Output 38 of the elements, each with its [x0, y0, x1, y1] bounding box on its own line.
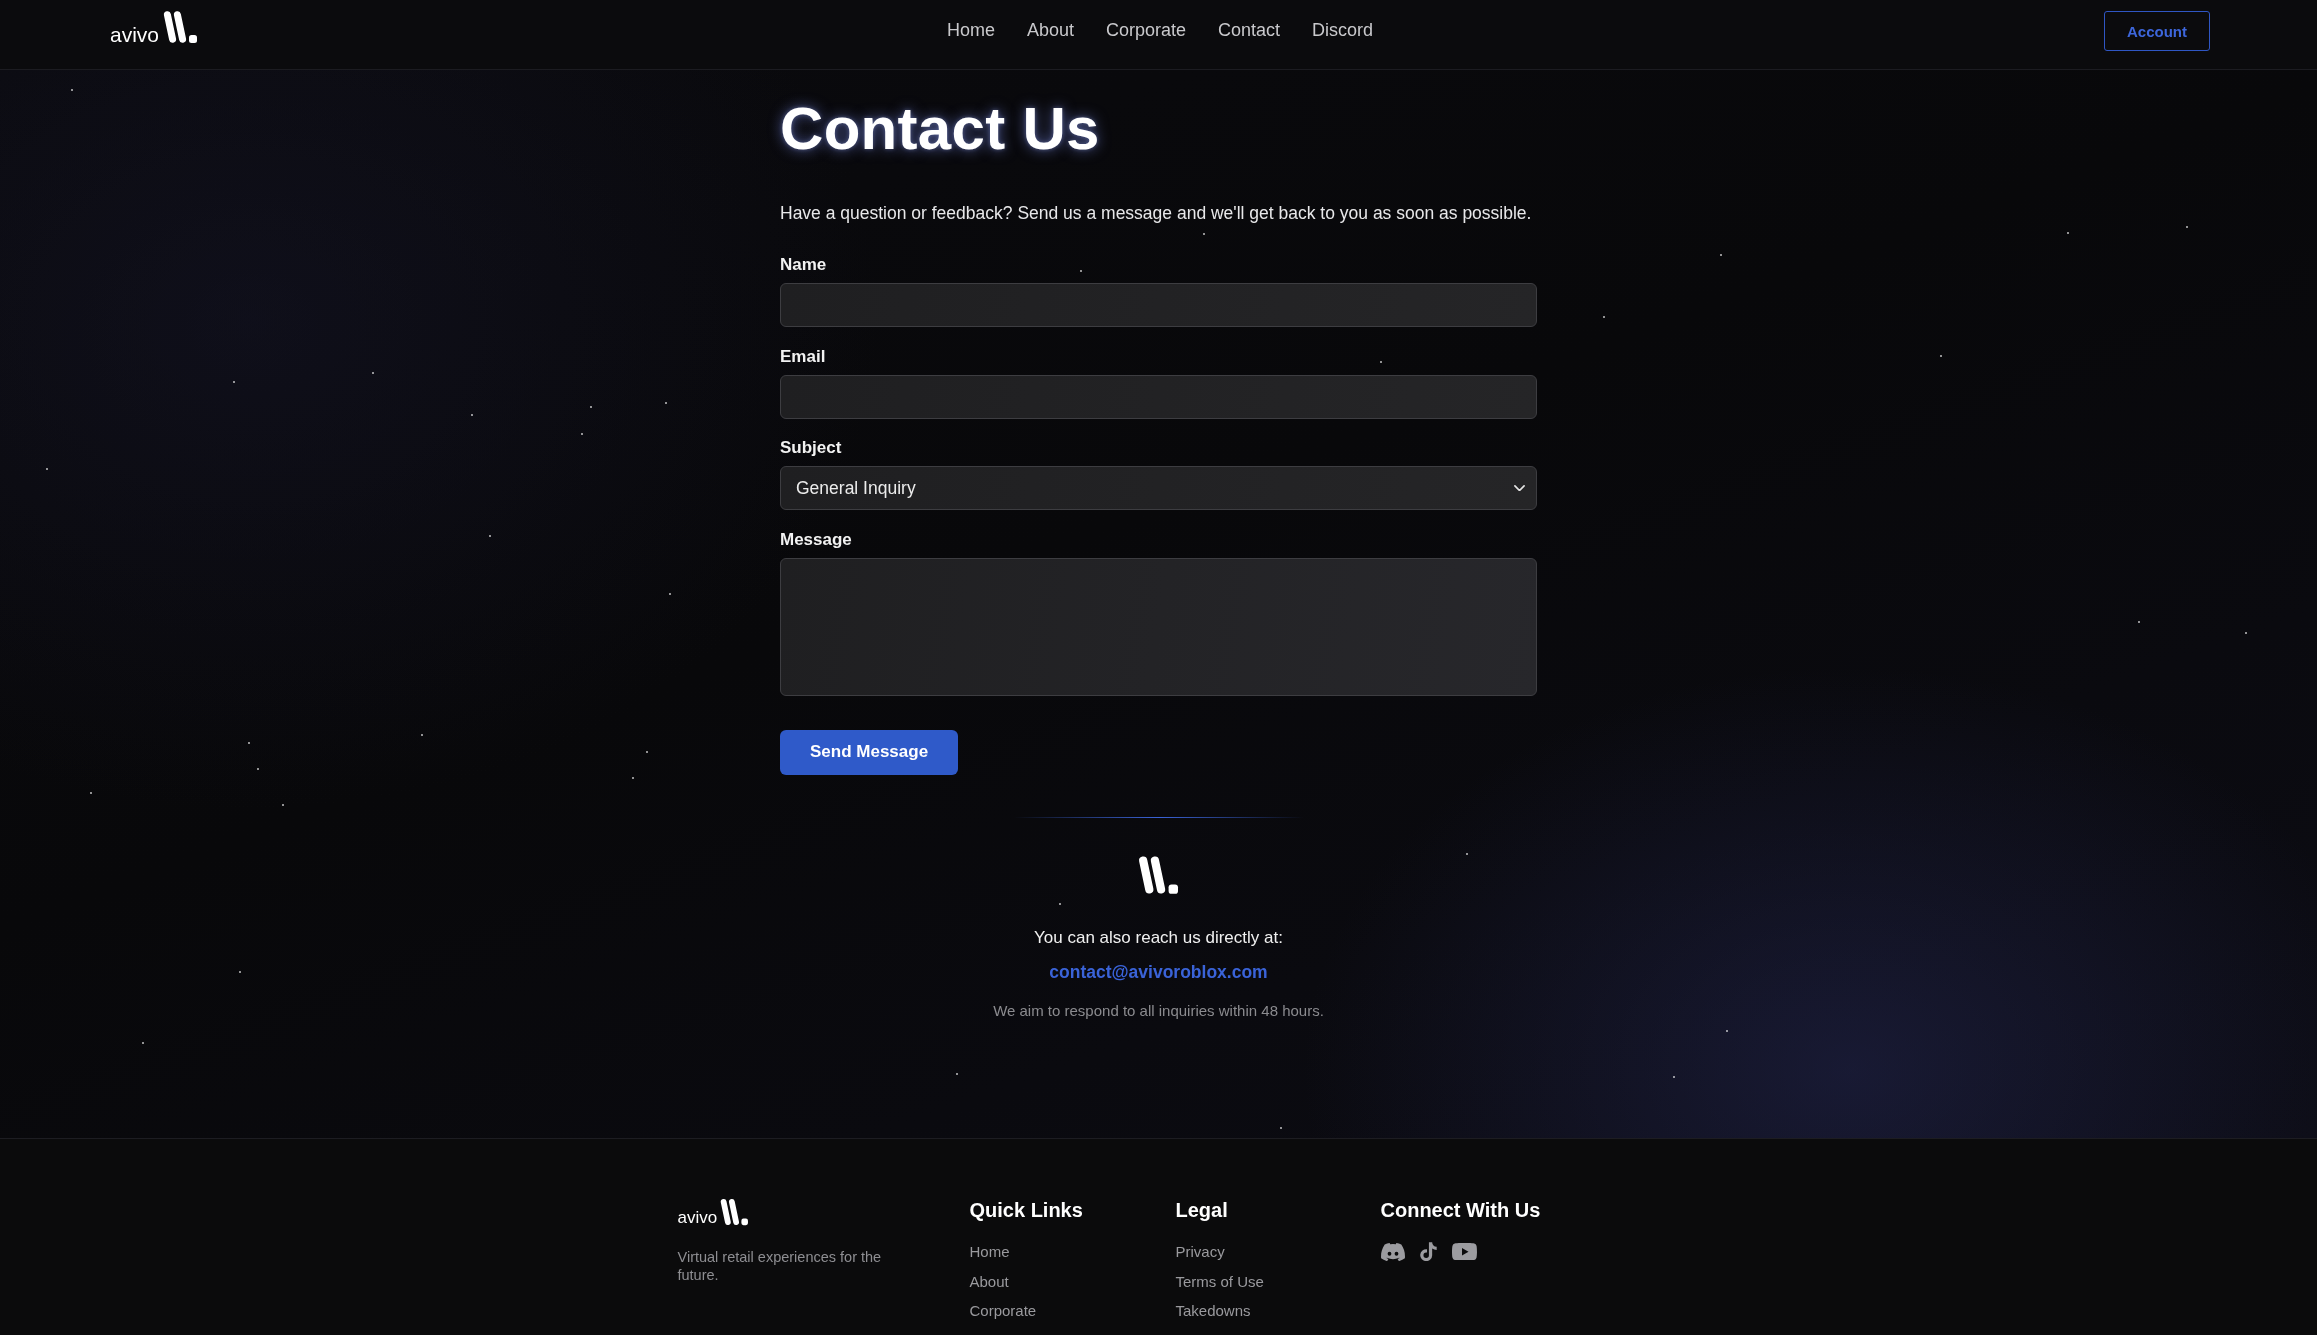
nav-link[interactable]: Discord: [1312, 19, 1374, 41]
footer-link[interactable]: Home: [969, 1243, 1010, 1260]
footer-link[interactable]: Corporate: [969, 1302, 1037, 1319]
tiktok-icon[interactable]: [1419, 1242, 1437, 1262]
footer-tagline: Virtual retail experiences for the future.: [677, 1248, 883, 1284]
footer-heading: Connect With Us: [1380, 1198, 1541, 1223]
submit-button[interactable]: Send Message: [780, 729, 959, 775]
nav-link[interactable]: Contact: [1218, 19, 1281, 41]
field-label: Email: [780, 345, 826, 367]
intro-text: Have a question or feedback? Send us a message and we'll get back to you as soon as possible.: [780, 201, 1533, 225]
footer-heading: Quick Links: [969, 1198, 1083, 1223]
chevron-down-icon: [1514, 484, 1525, 492]
discord-icon[interactable]: [1380, 1242, 1405, 1261]
bars-logo-icon: [720, 1198, 749, 1226]
home-logo-link[interactable]: avivo: [677, 1198, 749, 1226]
field-label: Subject: [780, 437, 842, 458]
text-input-field[interactable]: [780, 283, 1537, 327]
page-title: Contact Us: [780, 94, 1100, 164]
contact-lead-text: You can also reach us directly at:: [1034, 926, 1283, 949]
nav-link[interactable]: About: [1026, 19, 1074, 41]
field-label: Message: [780, 528, 852, 550]
footer-heading: Legal: [1175, 1198, 1228, 1223]
response-time-note: We aim to respond to all inquiries within 48 hours.: [993, 1000, 1324, 1021]
nav-link[interactable]: Home: [946, 19, 995, 41]
field-label: Name: [780, 254, 827, 275]
email-link[interactable]: contact@avivoroblox.com: [1049, 959, 1268, 984]
text-input-field[interactable]: [780, 374, 1537, 419]
youtube-icon[interactable]: [1451, 1242, 1477, 1261]
bars-logo-icon: [163, 10, 199, 44]
dropdown-select[interactable]: General Inquiry: [780, 466, 1537, 510]
footer-link[interactable]: Terms of Use: [1175, 1272, 1264, 1290]
home-logo-link[interactable]: avivo: [110, 10, 199, 44]
account-button[interactable]: Account: [2104, 11, 2210, 51]
footer-link[interactable]: Privacy: [1175, 1243, 1225, 1260]
bars-logo-icon: [1137, 854, 1180, 895]
nav-link[interactable]: Corporate: [1105, 19, 1186, 41]
footer-link[interactable]: About: [969, 1272, 1009, 1290]
footer-link[interactable]: Takedowns: [1175, 1302, 1251, 1319]
